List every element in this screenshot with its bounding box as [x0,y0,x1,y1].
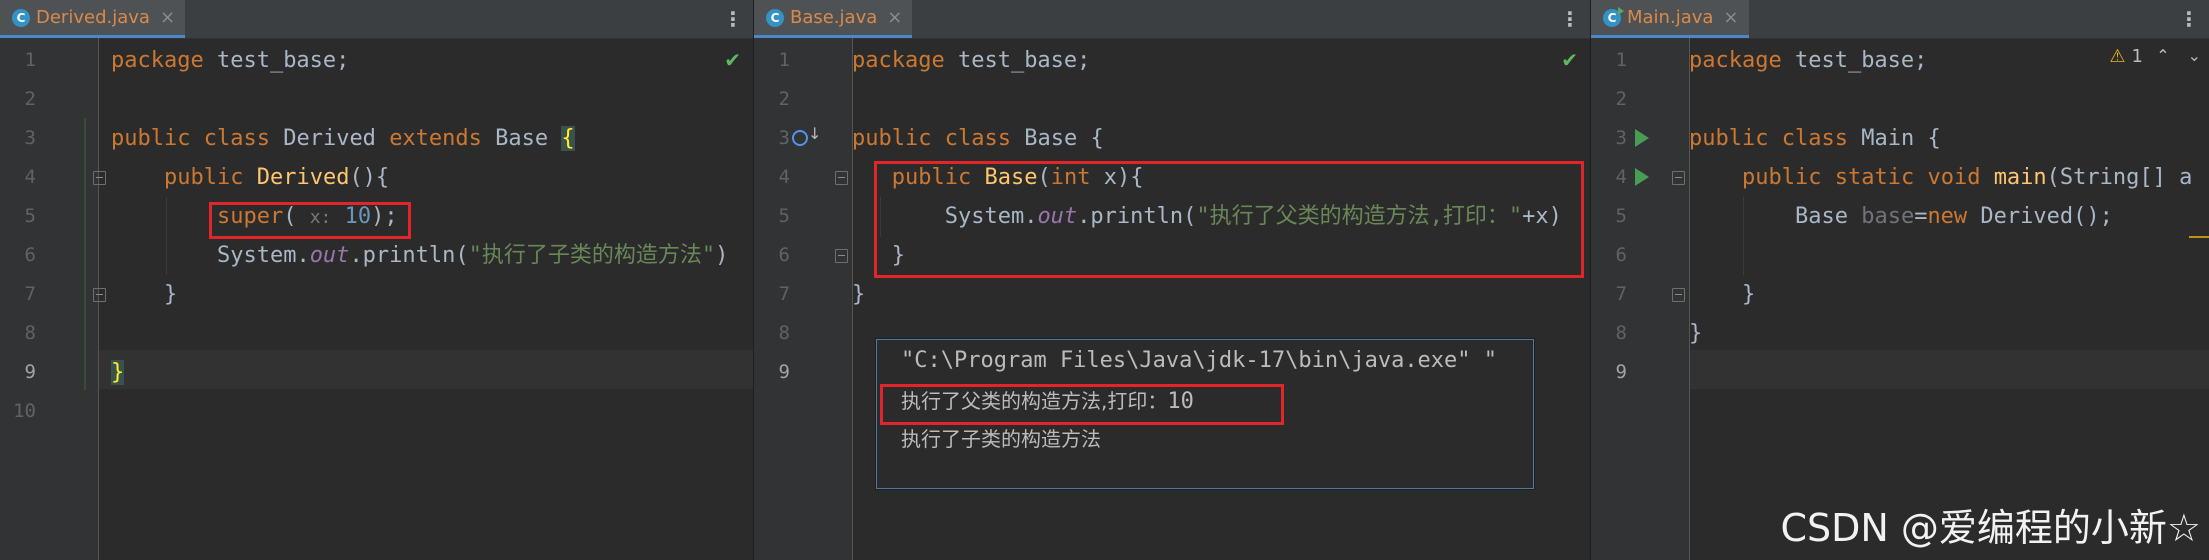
line-number: 6 [1615,244,1627,266]
line-number: 10 [13,400,36,422]
fold-icon[interactable] [835,171,848,185]
fold-icon[interactable] [835,249,848,263]
line-number: 1 [1615,49,1627,71]
line-number: 6 [24,244,36,266]
line-number: 7 [1615,283,1627,305]
line-number: 1 [778,49,790,71]
line-number: 3 [1615,127,1627,149]
tab-base-java[interactable]: C Base.java × [754,0,913,38]
tab-bar: C Base.java × ⋮ [754,0,1590,39]
code-line-1[interactable]: package test_base; [852,41,1590,80]
code-line-7[interactable]: } [1689,275,2209,314]
arrow-down-icon: ↓ [808,124,822,143]
line-number: 7 [24,283,36,305]
highlight-box-super-call [209,202,411,239]
run-main-icon[interactable] [1635,168,1649,186]
more-options-icon[interactable]: ⋮ [723,7,743,31]
fold-icon[interactable] [93,171,106,185]
console-command-line: "C:\Program Files\Java\jdk-17\bin\java.e… [901,348,1498,373]
line-number: 5 [1615,205,1627,227]
line-number: 2 [24,88,36,110]
code-line-3[interactable]: public class Base { [852,119,1590,158]
line-number: 3 [778,127,790,149]
overridden-by-subclass-icon[interactable] [792,130,808,146]
close-tab-icon[interactable]: × [160,7,175,28]
code-line-3[interactable]: public class Main { [1689,119,2209,158]
highlight-box-base-constructor [874,161,1584,278]
more-options-icon[interactable]: ⋮ [2179,7,2199,31]
fold-icon[interactable] [1672,171,1685,185]
java-class-icon: C [766,8,784,27]
fold-icon[interactable] [93,288,106,302]
warning-stripe [2189,236,2209,238]
tab-bar: C Derived.java × ⋮ [0,0,753,39]
code-line-7[interactable]: } [852,275,1590,314]
tab-label: Base.java [790,7,878,28]
tab-label: Derived.java [36,7,150,28]
line-number: 2 [778,88,790,110]
code-line-3[interactable]: public class Derived extends Base { [111,119,753,158]
code-line-9[interactable]: } [111,353,753,392]
line-number: 9 [24,361,36,383]
code-line-6[interactable]: System.out.println("执行了子类的构造方法") [111,236,753,275]
close-tab-icon[interactable]: × [887,7,902,28]
line-number: 4 [778,166,790,188]
line-number: 9 [778,361,790,383]
line-number: 8 [778,322,790,344]
line-number: 8 [24,322,36,344]
java-runnable-class-icon: C [1603,6,1624,27]
current-line-highlight [1690,350,2209,389]
line-number: 6 [778,244,790,266]
highlight-box-console-output [880,384,1284,425]
editor-pane-main: C Main.java × ⋮ ⚠ 1 ⌃ ⌄ 1 2 3 4 5 6 7 8 … [1591,0,2209,560]
code-line-5[interactable]: super( x: 10); [111,197,753,236]
line-number: 9 [1615,361,1627,383]
line-number: 4 [24,166,36,188]
line-number: 3 [24,127,36,149]
code-line-7[interactable]: } [111,275,753,314]
code-line-1[interactable]: package test_base; [111,41,753,80]
line-number: 1 [24,49,36,71]
code-line-4[interactable]: public static void main(String[] a [1689,158,2209,197]
line-number: 5 [24,205,36,227]
close-tab-icon[interactable]: × [1723,7,1738,28]
code-line-8[interactable]: } [1689,314,2209,353]
fold-icon[interactable] [1672,288,1685,302]
line-number: 5 [778,205,790,227]
editor-pane-derived: C Derived.java × ⋮ ✔ 1 2 3 4 5 6 7 8 9 1… [0,0,753,560]
line-number: 2 [1615,88,1627,110]
line-number: 8 [1615,322,1627,344]
line-number: 7 [778,283,790,305]
tab-bar: C Main.java × ⋮ [1591,0,2209,39]
code-line-1[interactable]: package test_base; [1689,41,2209,80]
watermark: CSDN @爱编程的小新☆ [1780,506,2202,550]
tab-main-java[interactable]: C Main.java × [1591,0,1749,38]
tab-label: Main.java [1627,7,1714,28]
console-output-line-2: 执行了子类的构造方法 [901,427,1101,451]
console-output-popup: "C:\Program Files\Java\jdk-17\bin\java.e… [876,339,1534,489]
java-class-icon: C [12,8,30,27]
code-line-4[interactable]: public Derived(){ [111,158,753,197]
code-line-5[interactable]: Base base=new Derived(); [1689,197,2209,236]
tab-derived-java[interactable]: C Derived.java × [0,0,186,38]
run-class-icon[interactable] [1635,129,1649,147]
line-number: 4 [1615,166,1627,188]
more-options-icon[interactable]: ⋮ [1560,7,1580,31]
